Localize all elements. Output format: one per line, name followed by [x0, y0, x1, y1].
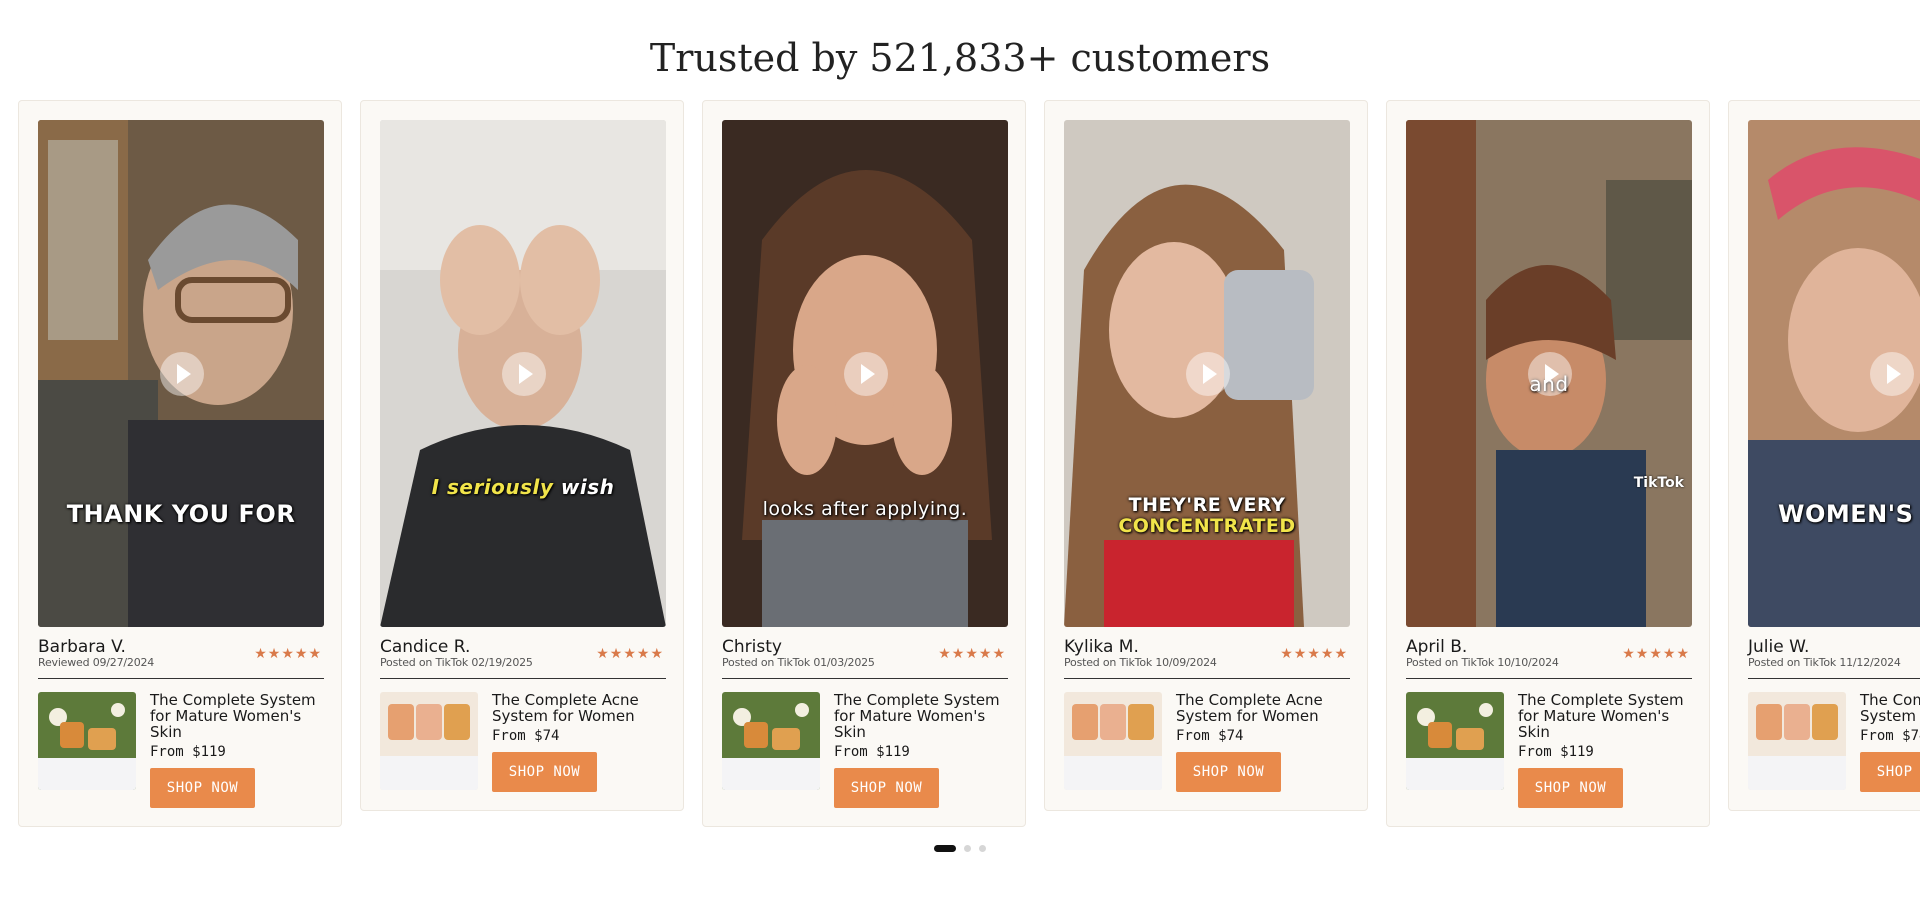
- review-video[interactable]: THEY'RE VERY CONCENTRATED: [1064, 120, 1350, 627]
- video-caption: WOMEN'S AC: [1778, 500, 1920, 528]
- shop-now-button[interactable]: SHOP NOW: [492, 752, 597, 792]
- divider: [38, 678, 324, 679]
- product-name[interactable]: The Complete Acne System for Women: [1176, 692, 1344, 724]
- star-rating: ★★★★★: [254, 646, 322, 662]
- star-rating: ★★★★★: [596, 646, 664, 662]
- review-card: WOMEN'S AC Julie W. Posted on TikTok 11/…: [1728, 100, 1920, 811]
- review-video[interactable]: I seriously wish: [380, 120, 666, 627]
- product-price: From $74: [492, 728, 560, 744]
- product-name[interactable]: The Complete Acne System for Women: [492, 692, 660, 724]
- review-date: Posted on TikTok 02/19/2025: [380, 656, 533, 669]
- video-caption: THANK YOU FOR: [66, 500, 296, 528]
- review-card: THEY'RE VERY CONCENTRATED Kylika M. Post…: [1044, 100, 1368, 811]
- review-date: Reviewed 09/27/2024: [38, 656, 155, 669]
- review-card: THANK YOU FOR Barbara V. Reviewed 09/27/…: [18, 100, 342, 827]
- reviewer-name: Christy: [722, 637, 782, 657]
- product-thumbnail[interactable]: [1748, 692, 1846, 790]
- review-video[interactable]: looks after applying.: [722, 120, 1008, 627]
- play-icon[interactable]: [160, 352, 204, 396]
- product-name[interactable]: The Complete System for Mature Women's S…: [1518, 692, 1686, 740]
- shop-now-button[interactable]: SHOP NOW: [1860, 752, 1920, 792]
- product-name[interactable]: The Complete System for Mature Women's S…: [834, 692, 1002, 740]
- star-rating: ★★★★★: [1280, 646, 1348, 662]
- shop-now-button[interactable]: SHOP NOW: [834, 768, 939, 808]
- video-caption: THEY'RE VERY CONCENTRATED: [1118, 494, 1296, 537]
- product-name[interactable]: The Complete Acne System for Women: [1860, 692, 1920, 724]
- product-price: From $119: [150, 744, 226, 760]
- product-thumbnail[interactable]: [38, 692, 136, 790]
- review-card: and TikTok April B. Posted on TikTok 10/…: [1386, 100, 1710, 827]
- shop-now-button[interactable]: SHOP NOW: [150, 768, 255, 808]
- star-rating: ★★★★★: [1622, 646, 1690, 662]
- product-thumbnail[interactable]: [380, 692, 478, 790]
- play-icon[interactable]: [1528, 352, 1572, 396]
- divider: [1748, 678, 1920, 679]
- product-thumbnail[interactable]: [1064, 692, 1162, 790]
- video-caption: looks after applying.: [762, 498, 968, 520]
- carousel-dot[interactable]: [979, 845, 986, 852]
- divider: [380, 678, 666, 679]
- play-icon[interactable]: [1186, 352, 1230, 396]
- review-date: Posted on TikTok 01/03/2025: [722, 656, 875, 669]
- review-card: I seriously wish Candice R. Posted on Ti…: [360, 100, 684, 811]
- reviewer-name: Julie W.: [1748, 637, 1810, 657]
- reviewer-name: Candice R.: [380, 637, 471, 657]
- review-date: Posted on TikTok 10/10/2024: [1406, 656, 1559, 669]
- product-thumbnail[interactable]: [1406, 692, 1504, 790]
- play-icon[interactable]: [502, 352, 546, 396]
- review-date: Posted on TikTok 11/12/2024: [1748, 656, 1901, 669]
- shop-now-button[interactable]: SHOP NOW: [1176, 752, 1281, 792]
- shop-now-button[interactable]: SHOP NOW: [1518, 768, 1623, 808]
- product-price: From $119: [1518, 744, 1594, 760]
- product-price: From $119: [834, 744, 910, 760]
- star-rating: ★★★★★: [938, 646, 1006, 662]
- reviewer-name: Barbara V.: [38, 637, 126, 657]
- product-price: From $74: [1176, 728, 1244, 744]
- reviewer-name: April B.: [1406, 637, 1468, 657]
- product-price: From $74: [1860, 728, 1920, 744]
- review-card: looks after applying. Christy Posted on …: [702, 100, 1026, 827]
- review-video[interactable]: WOMEN'S AC: [1748, 120, 1920, 627]
- play-icon[interactable]: [844, 352, 888, 396]
- carousel-dot-active[interactable]: [934, 845, 956, 852]
- carousel-dot[interactable]: [964, 845, 971, 852]
- product-thumbnail[interactable]: [722, 692, 820, 790]
- reviewer-name: Kylika M.: [1064, 637, 1139, 657]
- product-name[interactable]: The Complete System for Mature Women's S…: [150, 692, 318, 740]
- divider: [1064, 678, 1350, 679]
- video-caption: I seriously wish: [431, 475, 615, 499]
- play-icon[interactable]: [1870, 352, 1914, 396]
- section-heading: Trusted by 521,833+ customers: [649, 36, 1271, 80]
- reviews-carousel[interactable]: THANK YOU FOR Barbara V. Reviewed 09/27/…: [18, 100, 1920, 828]
- tiktok-watermark: TikTok: [1633, 475, 1684, 491]
- review-video[interactable]: and TikTok: [1406, 120, 1692, 627]
- divider: [1406, 678, 1692, 679]
- divider: [722, 678, 1008, 679]
- review-video[interactable]: THANK YOU FOR: [38, 120, 324, 627]
- review-date: Posted on TikTok 10/09/2024: [1064, 656, 1217, 669]
